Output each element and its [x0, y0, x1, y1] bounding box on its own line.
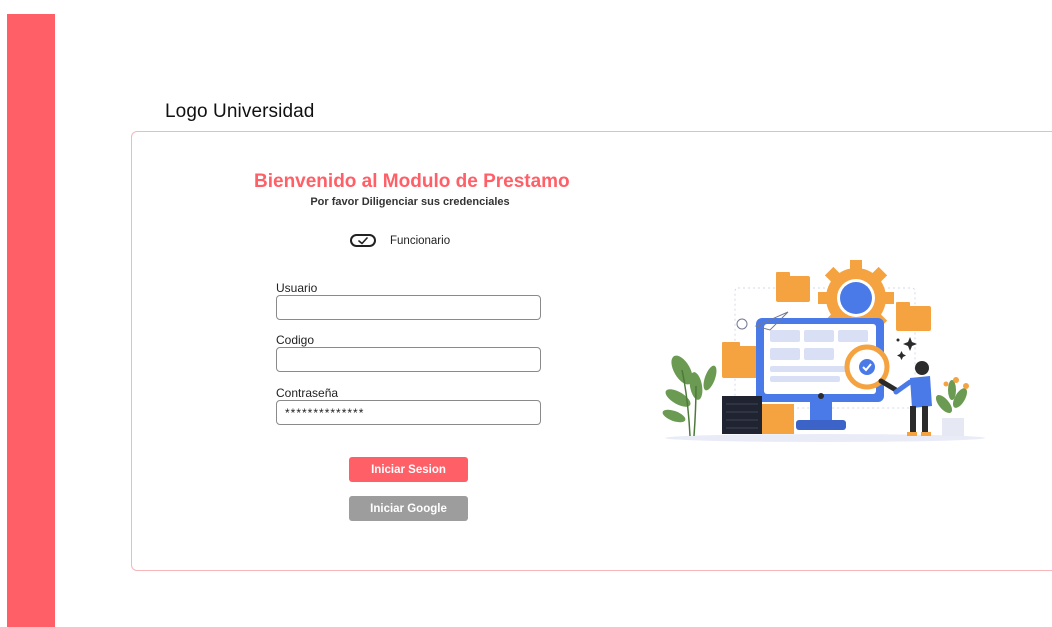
- toggle-label: Funcionario: [390, 234, 451, 247]
- page-subtitle: Por favor Diligenciar sus credenciales: [310, 196, 510, 208]
- password-field[interactable]: [276, 400, 541, 425]
- usuario-label: Usuario: [276, 281, 318, 295]
- codigo-field[interactable]: [276, 347, 541, 372]
- side-accent-bar: [7, 14, 55, 627]
- codigo-label: Codigo: [276, 333, 315, 347]
- page-title: Bienvenido al Modulo de Prestamo: [254, 171, 570, 192]
- contrasena-label: Contraseña: [276, 386, 339, 400]
- login-page: Logo Universidad Bienvenido al Modulo de…: [0, 0, 1052, 627]
- login-button[interactable]: Iniciar Sesion: [349, 457, 468, 482]
- funcionario-toggle[interactable]: Funcionario: [350, 234, 450, 247]
- google-login-button[interactable]: Iniciar Google: [349, 496, 468, 521]
- usuario-field[interactable]: [276, 295, 541, 320]
- logo-text: Logo Universidad: [165, 101, 315, 122]
- check-toggle-icon[interactable]: [350, 234, 376, 247]
- computer-settings-illustration: [662, 260, 985, 442]
